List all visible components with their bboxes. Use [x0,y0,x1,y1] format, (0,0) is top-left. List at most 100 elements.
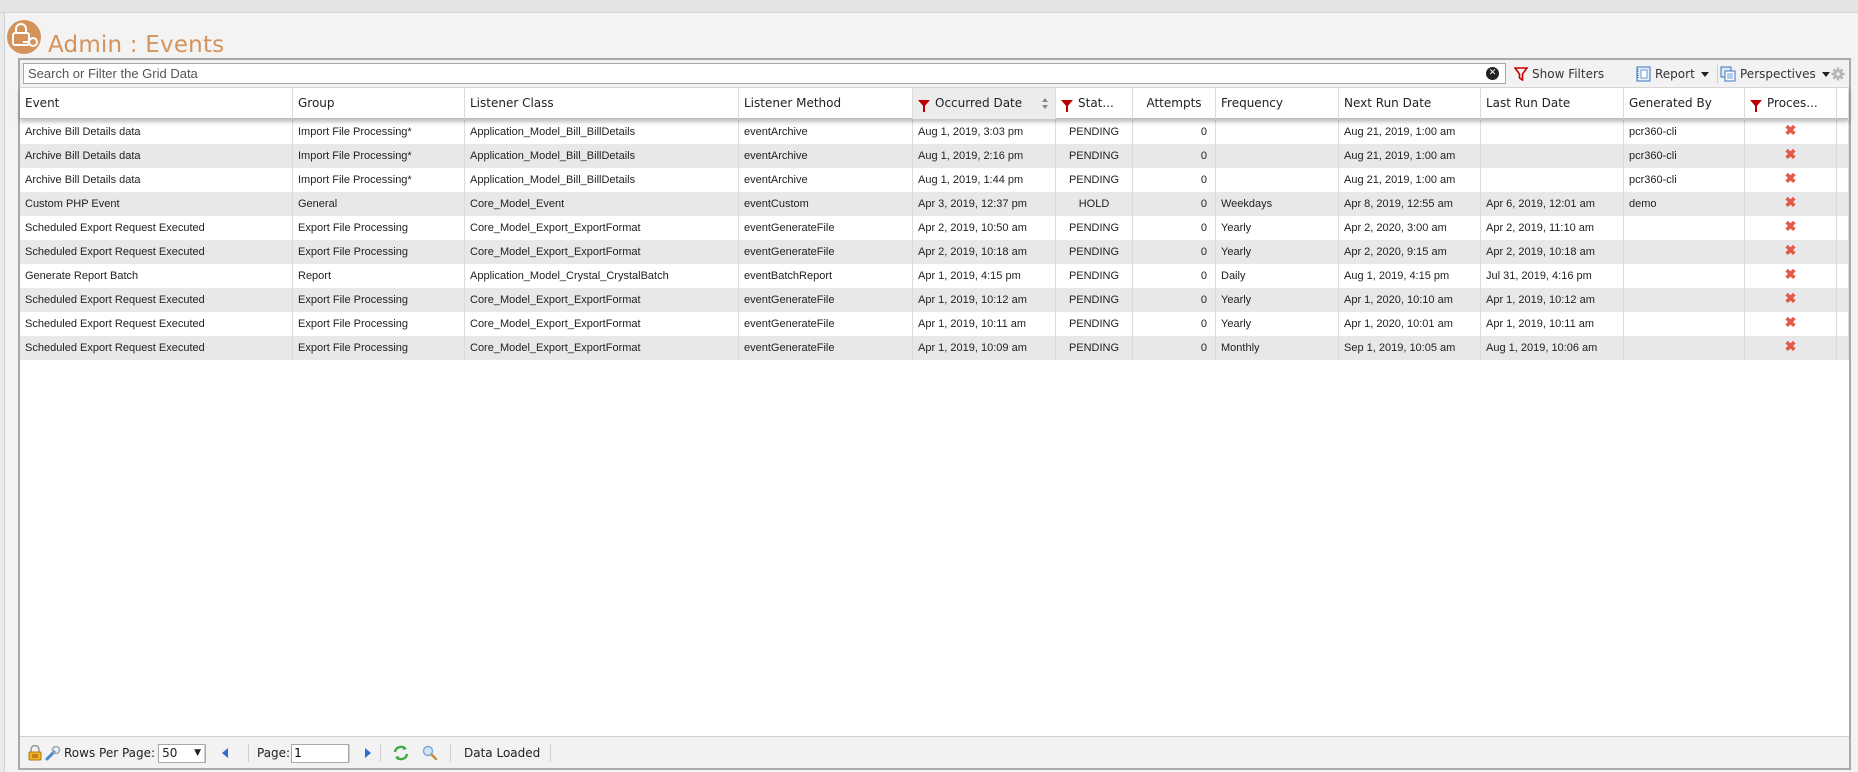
cell-listener-method: eventArchive [739,120,913,144]
table-row[interactable]: Scheduled Export Request Executed Export … [20,336,1849,360]
column-header-attempts[interactable]: Attempts [1133,88,1216,119]
cell-listener-method: eventGenerateFile [739,288,913,312]
not-processed-x-icon[interactable]: ✖ [1785,336,1797,356]
cell-listener-class: Core_Model_Export_ExportFormat [465,312,739,336]
cell-group: Export File Processing [293,216,465,240]
cell-group: Export File Processing [293,288,465,312]
not-processed-x-icon[interactable]: ✖ [1785,240,1797,260]
cell-next-run-date: Aug 1, 2019, 4:15 pm [1339,264,1481,288]
footer-tools [28,743,61,763]
cell-spacer [1837,312,1849,336]
chevron-down-icon [1821,71,1830,77]
cell-next-run-date: Apr 2, 2020, 3:00 am [1339,216,1481,240]
cell-next-run-date: Apr 2, 2020, 9:15 am [1339,240,1481,264]
table-row[interactable]: Custom PHP Event General Core_Model_Event e… [20,192,1849,216]
column-header-status[interactable]: Stat... [1056,88,1133,119]
column-header-listener-method[interactable]: Listener Method [739,88,913,119]
cell-last-run-date: Apr 1, 2019, 10:12 am [1481,288,1624,312]
page-number-input[interactable] [291,743,350,763]
column-header-occurred-date[interactable]: Occurred Date [913,88,1056,119]
column-header-next-run-date[interactable]: Next Run Date [1339,88,1481,119]
table-row[interactable]: Scheduled Export Request Executed Export … [20,312,1849,336]
cell-spacer [1837,336,1849,360]
column-header-last-run-date[interactable]: Last Run Date [1481,88,1624,119]
previous-page-button[interactable] [222,743,228,763]
not-processed-x-icon[interactable]: ✖ [1785,312,1797,332]
cell-spacer [1837,240,1849,264]
not-processed-x-icon[interactable]: ✖ [1785,120,1797,140]
cell-last-run-date: Jul 31, 2019, 4:16 pm [1481,264,1624,288]
not-processed-x-icon[interactable]: ✖ [1785,192,1797,212]
column-header-label: Frequency [1221,96,1283,110]
cell-processed: ✖ [1745,264,1837,288]
not-processed-x-icon[interactable]: ✖ [1785,288,1797,308]
cell-spacer [1837,144,1849,168]
table-row[interactable]: Generate Report Batch Report Application_M… [20,264,1849,288]
rows-per-page-value: 50 [162,746,178,760]
gear-icon [1831,67,1845,81]
rows-per-page-label: Rows Per Page: [64,746,156,760]
table-row[interactable]: Archive Bill Details data Import File Pro… [20,168,1849,192]
cell-last-run-date: Apr 1, 2019, 10:11 am [1481,312,1624,336]
cell-last-run-date: Apr 6, 2019, 12:01 am [1481,192,1624,216]
page-title: Admin : Events [48,32,225,58]
cell-event: Scheduled Export Request Executed [20,288,293,312]
cell-frequency: Yearly [1216,312,1339,336]
refresh-button[interactable] [393,743,409,763]
not-processed-x-icon[interactable]: ✖ [1785,144,1797,164]
column-header-group[interactable]: Group [293,88,465,119]
table-row[interactable]: Scheduled Export Request Executed Export … [20,216,1849,240]
wrench-icon[interactable] [45,745,61,761]
rows-per-page-select[interactable]: 50 ▼ [158,743,207,763]
cell-frequency: Weekdays [1216,192,1339,216]
cell-spacer [1837,192,1849,216]
cell-occurred-date: Apr 1, 2019, 10:12 am [913,288,1056,312]
cell-last-run-date: Apr 2, 2019, 10:18 am [1481,240,1624,264]
column-header-processed[interactable]: Proces... [1745,88,1837,119]
cell-generated-by [1624,312,1745,336]
cell-generated-by [1624,240,1745,264]
not-processed-x-icon[interactable]: ✖ [1785,168,1797,188]
sort-icon[interactable] [1042,98,1049,109]
column-header-listener-class[interactable]: Listener Class [465,88,739,119]
grid-search-input[interactable] [23,63,1506,84]
cell-attempts: 0 [1133,312,1216,336]
clear-search-icon[interactable]: ✕ [1486,67,1499,80]
show-filters-button[interactable]: Show Filters [1514,64,1604,84]
cell-listener-class: Application_Model_Crystal_CrystalBatch [465,264,739,288]
cell-attempts: 0 [1133,288,1216,312]
cell-frequency: Yearly [1216,216,1339,240]
cell-listener-class: Core_Model_Export_ExportFormat [465,240,739,264]
table-row[interactable]: Archive Bill Details data Import File Pro… [20,144,1849,168]
next-page-button[interactable] [365,743,371,763]
perspectives-menu-button[interactable]: Perspectives [1720,64,1830,84]
grid-settings-button[interactable] [1831,64,1845,84]
cell-attempts: 0 [1133,144,1216,168]
lock-icon[interactable] [28,745,42,761]
cell-processed: ✖ [1745,144,1837,168]
magnifier-icon [422,745,438,761]
cell-attempts: 0 [1133,120,1216,144]
not-processed-x-icon[interactable]: ✖ [1785,216,1797,236]
cell-generated-by [1624,336,1745,360]
cell-frequency [1216,144,1339,168]
column-header-label: Attempts [1146,96,1202,110]
table-row[interactable]: Archive Bill Details data Import File Pro… [20,120,1849,144]
column-header-generated-by[interactable]: Generated By [1624,88,1745,119]
cell-processed: ✖ [1745,120,1837,144]
cell-event: Scheduled Export Request Executed [20,240,293,264]
cell-occurred-date: Apr 1, 2019, 10:11 am [913,312,1056,336]
cell-listener-method: eventArchive [739,168,913,192]
table-row[interactable]: Scheduled Export Request Executed Export … [20,240,1849,264]
perspectives-label: Perspectives [1740,67,1816,81]
column-header-event[interactable]: Event [20,88,293,119]
table-row[interactable]: Scheduled Export Request Executed Export … [20,288,1849,312]
cell-status: PENDING [1056,168,1133,192]
search-button[interactable] [422,743,438,763]
not-processed-x-icon[interactable]: ✖ [1785,264,1797,284]
report-menu-button[interactable]: Report [1636,64,1709,84]
cell-group: Import File Processing* [293,120,465,144]
column-header-label: Occurred Date [935,96,1023,110]
cell-status: PENDING [1056,120,1133,144]
column-header-frequency[interactable]: Frequency [1216,88,1339,119]
